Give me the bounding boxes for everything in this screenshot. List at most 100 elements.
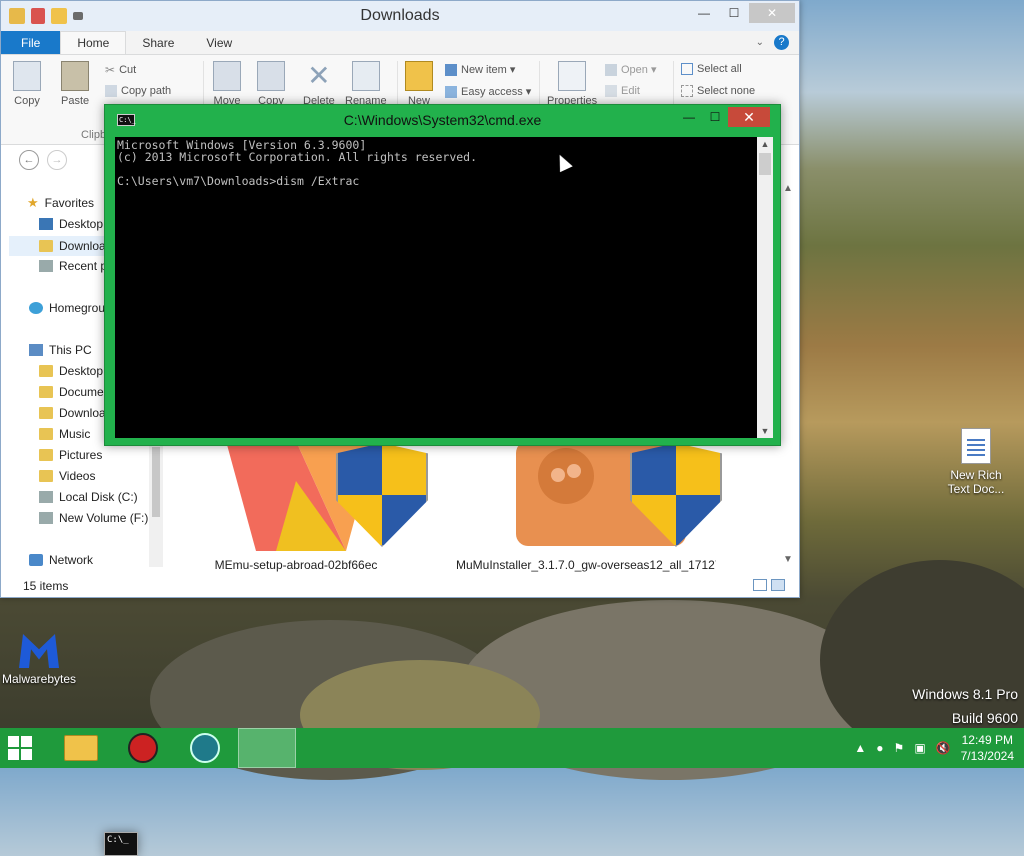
taskbar-file-explorer[interactable]: [52, 728, 110, 768]
tab-view[interactable]: View: [190, 31, 248, 54]
nav-pc-desktop[interactable]: Desktop: [39, 364, 103, 378]
nav-favorites[interactable]: ★ Favorites: [27, 195, 94, 211]
edit-label: Edit: [621, 85, 640, 97]
copy-path-button[interactable]: Copy path: [105, 85, 171, 97]
move-to-button[interactable]: Move: [213, 61, 241, 107]
help-icon[interactable]: ?: [774, 35, 789, 50]
desktop-icon-malwarebytes[interactable]: Malwarebytes: [0, 634, 78, 686]
lightning-bolt-icon: [190, 733, 220, 763]
cmd-window[interactable]: C:\_ C:\Windows\System32\cmd.exe — ☐ ✕ M…: [104, 104, 781, 446]
build-watermark: Build 9600: [951, 710, 1018, 726]
taskbar-cmd[interactable]: C:\_: [104, 728, 296, 856]
start-button[interactable]: [0, 728, 40, 768]
chevron-down-icon[interactable]: ⌄: [756, 37, 764, 48]
rich-text-document-icon: [961, 428, 991, 464]
cmd-titlebar[interactable]: C:\_ C:\Windows\System32\cmd.exe — ☐ ✕: [105, 105, 780, 135]
edit-button[interactable]: Edit: [605, 85, 640, 97]
cmd-console-output[interactable]: Microsoft Windows [Version 6.3.9600] (c)…: [115, 137, 757, 438]
open-label: Open ▾: [621, 64, 657, 76]
tab-home[interactable]: Home: [60, 31, 127, 54]
copy-to-button[interactable]: Copy: [257, 61, 285, 107]
app-tray-icon[interactable]: ●: [876, 741, 883, 755]
maximize-button[interactable]: ☐: [719, 3, 749, 23]
back-button[interactable]: ←: [19, 150, 39, 170]
copy-button[interactable]: Copy: [13, 61, 41, 107]
select-all-button[interactable]: Select all: [681, 63, 742, 75]
nav-label: Desktop: [59, 217, 104, 231]
rename-button[interactable]: Rename: [345, 61, 387, 107]
nav-new-volume[interactable]: New Volume (F:): [39, 511, 148, 525]
file-name: MEmu-setup-abroad-02bf66ec: [214, 558, 378, 572]
open-icon: [605, 63, 617, 76]
tab-file[interactable]: File: [1, 31, 61, 54]
os-watermark: Windows 8.1 Pro: [912, 686, 1018, 702]
file-item[interactable]: MuMuInstaller_3.1.7.0_gw-overseas12_all_…: [456, 441, 722, 572]
nav-documents[interactable]: Docume: [39, 385, 104, 399]
select-none-button[interactable]: Select none: [681, 85, 755, 97]
nav-pane-scrollbar[interactable]: [149, 437, 163, 567]
new-item-button[interactable]: New item ▾: [445, 63, 515, 76]
open-button[interactable]: Open ▾: [605, 63, 657, 76]
ribbon-tabs: File Home Share View ⌄ ?: [1, 31, 799, 55]
desktop-icon-label: New Rich Text Doc...: [947, 468, 1005, 496]
large-icons-view-icon[interactable]: [771, 579, 785, 591]
cut-label: Cut: [119, 64, 137, 76]
nav-label: Pictures: [59, 448, 103, 462]
content-scrollbar[interactable]: ▲ ▼: [781, 177, 795, 567]
details-view-icon[interactable]: [753, 579, 767, 591]
nav-network[interactable]: Network: [29, 553, 93, 567]
new-folder-button[interactable]: New: [405, 61, 433, 107]
star-icon: ★: [27, 195, 39, 210]
scroll-up-arrow-icon[interactable]: ▲: [781, 183, 795, 194]
delete-button[interactable]: ✕ Delete: [303, 61, 335, 108]
nav-videos[interactable]: Videos: [39, 469, 95, 483]
nav-recent-places[interactable]: Recent p: [39, 259, 107, 273]
minimize-button[interactable]: —: [689, 3, 719, 23]
taskbar-clock[interactable]: 12:49 PM 7/13/2024: [961, 732, 1014, 764]
show-hidden-icons-chevron-icon[interactable]: ▲: [854, 741, 866, 755]
nav-pc-downloads[interactable]: Downloa: [39, 406, 106, 420]
nav-label: Music: [59, 427, 91, 441]
easy-access-button[interactable]: Easy access ▾: [445, 85, 531, 98]
properties-button[interactable]: Properties: [547, 61, 597, 107]
close-button[interactable]: ✕: [749, 3, 795, 23]
scroll-up-arrow-icon[interactable]: ▲: [757, 139, 773, 149]
easy-access-label: Easy access ▾: [461, 86, 532, 98]
taskbar-speed-app[interactable]: [176, 728, 234, 768]
scroll-down-arrow-icon[interactable]: ▼: [781, 554, 795, 565]
select-all-label: Select all: [697, 63, 742, 75]
nav-desktop[interactable]: Desktop: [39, 217, 103, 231]
nav-local-disk[interactable]: Local Disk (C:): [39, 490, 138, 504]
cmd-close-button[interactable]: ✕: [728, 107, 770, 127]
explorer-titlebar[interactable]: Downloads — ☐ ✕: [1, 1, 799, 31]
scrollbar-thumb[interactable]: [152, 447, 160, 517]
nav-label: Homegrou: [49, 301, 106, 315]
nav-this-pc[interactable]: This PC: [29, 343, 92, 357]
cmd-minimize-button[interactable]: —: [676, 107, 702, 127]
nav-music[interactable]: Music: [39, 427, 90, 441]
paste-icon: [61, 61, 90, 91]
cut-button[interactable]: ✂ Cut: [105, 63, 136, 77]
nav-label: New Volume (F:): [59, 511, 149, 525]
tab-share[interactable]: Share: [126, 31, 190, 54]
nav-homegroup[interactable]: Homegrou: [29, 301, 105, 315]
cmd-maximize-button[interactable]: ☐: [702, 107, 728, 127]
nav-label: Network: [49, 553, 94, 567]
copy-path-icon: [105, 85, 117, 97]
select-all-icon: [681, 63, 693, 75]
videos-folder-icon: [39, 470, 53, 482]
action-center-flag-icon[interactable]: ⚑: [894, 741, 905, 755]
network-icon[interactable]: ▣: [914, 741, 925, 755]
nav-pictures[interactable]: Pictures: [39, 448, 102, 462]
paste-button[interactable]: Paste: [61, 61, 89, 107]
scroll-down-arrow-icon[interactable]: ▼: [757, 426, 773, 436]
forward-button[interactable]: →: [47, 150, 67, 170]
item-count: 15 items: [23, 579, 69, 593]
cmd-scrollbar[interactable]: ▲ ▼: [757, 137, 773, 438]
file-item[interactable]: MEmu-setup-abroad-02bf66ec: [166, 441, 428, 572]
desktop-icon-new-rich-text[interactable]: New Rich Text Doc...: [942, 428, 1010, 496]
volume-muted-icon[interactable]: 🔇: [936, 741, 951, 755]
taskbar-iobit[interactable]: [114, 728, 172, 768]
nav-label: Docume: [59, 385, 104, 399]
scrollbar-thumb[interactable]: [759, 153, 771, 175]
